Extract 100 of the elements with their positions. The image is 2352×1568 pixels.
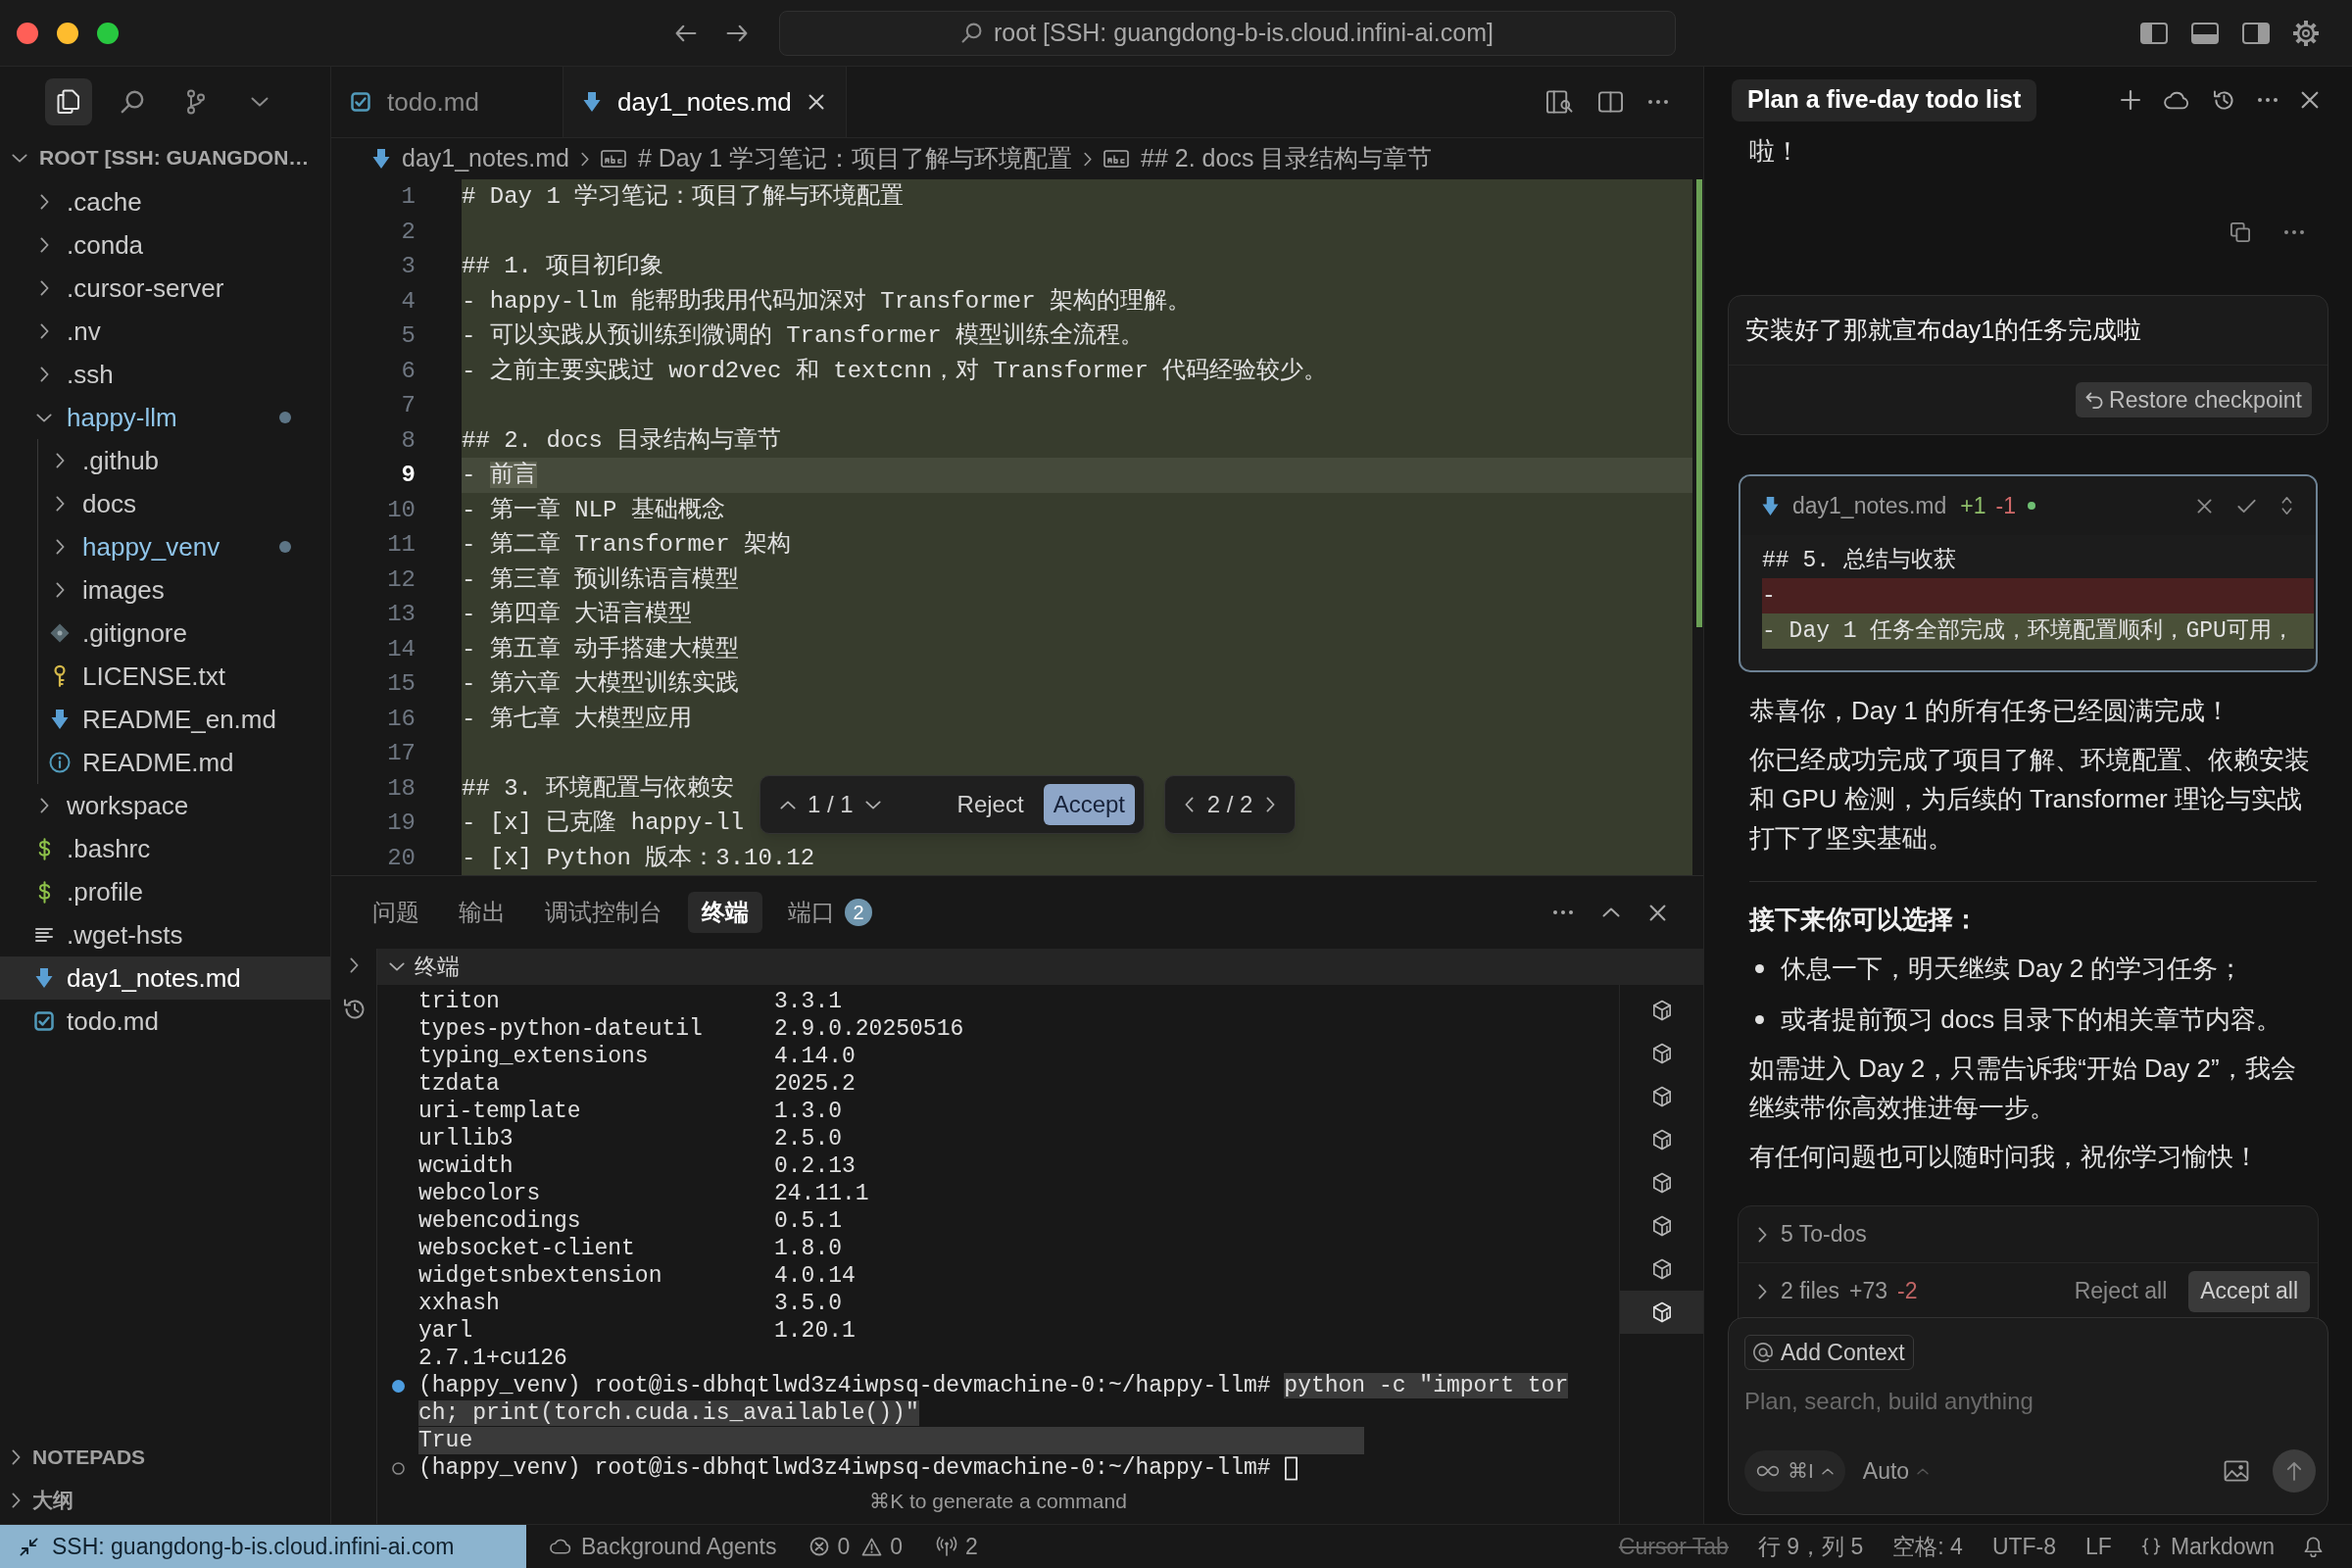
settings-icon[interactable] xyxy=(2293,20,2319,46)
terminal-group-title[interactable]: 终端 xyxy=(415,950,460,984)
right-sidebar-toggle-icon[interactable] xyxy=(2242,22,2270,44)
close-icon[interactable] xyxy=(1649,904,1666,921)
restore-checkpoint-button[interactable]: Restore checkpoint xyxy=(2076,382,2312,417)
explorer-root-header[interactable]: ROOT [SSH: GUANGDON… xyxy=(0,137,330,178)
copy-icon[interactable] xyxy=(2230,222,2250,242)
file-tree-item[interactable]: README.md xyxy=(0,741,330,784)
panel-tab[interactable]: 端口 2 xyxy=(774,892,886,933)
chevron-up-down-icon[interactable] xyxy=(2281,496,2292,515)
chat-tab[interactable]: Plan a five-day todo list xyxy=(1732,78,2037,122)
plus-icon[interactable] xyxy=(2121,90,2140,110)
add-context-button[interactable]: Add Context xyxy=(1744,1335,1914,1370)
chat-input-field[interactable]: Plan, search, build anything xyxy=(1744,1384,2316,1419)
status-item[interactable]: UTF-8 xyxy=(1991,1529,2057,1564)
bottom-panel-toggle-icon[interactable] xyxy=(2191,22,2219,44)
editor-tab[interactable]: day1_notes.md xyxy=(564,67,847,137)
file-tree-item[interactable]: todo.md xyxy=(0,1000,330,1043)
breadcrumb-item[interactable]: # Day 1 学习笔记：项目了解与环境配置 xyxy=(637,140,1073,177)
folder-tree-item[interactable]: .ssh xyxy=(0,353,330,396)
close-button[interactable] xyxy=(17,22,38,44)
command-center-field[interactable]: root [SSH: guangdong-b-is.cloud.infini-ai.com] xyxy=(779,10,1676,56)
model-selector[interactable]: Auto xyxy=(1862,1453,1930,1489)
terminal-tab[interactable] xyxy=(1620,1291,1703,1334)
file-tree-item[interactable]: .profile xyxy=(0,870,330,913)
file-tree-item[interactable]: day1_notes.md xyxy=(0,956,330,1000)
preview-icon[interactable] xyxy=(1546,90,1573,114)
background-agents-button[interactable]: Background Agents xyxy=(550,1529,777,1564)
folder-tree-item[interactable]: happy-llm xyxy=(0,396,330,439)
panel-tab[interactable]: 问题 xyxy=(359,892,433,933)
forward-arrow-icon[interactable] xyxy=(726,24,748,42)
more-icon[interactable] xyxy=(1553,910,1573,914)
folder-tree-item[interactable]: .nv xyxy=(0,310,330,353)
folder-tree-item[interactable]: images xyxy=(0,568,330,612)
minimize-button[interactable] xyxy=(57,22,78,44)
message-text: 啦！ xyxy=(1748,135,1801,168)
maximize-button[interactable] xyxy=(97,22,119,44)
folder-tree-item[interactable]: happy_venv xyxy=(0,525,330,568)
split-editor-icon[interactable] xyxy=(1598,91,1623,113)
file-tree-item[interactable]: README_en.md xyxy=(0,698,330,741)
check-icon[interactable] xyxy=(2237,498,2256,514)
package-name: webencodings xyxy=(418,1207,582,1235)
chevron-left-icon[interactable] xyxy=(1184,797,1194,812)
folder-tree-item[interactable]: .github xyxy=(0,439,330,482)
remote-connection-button[interactable]: SSH: guangdong-b-is.cloud.infini-ai.com xyxy=(0,1525,526,1568)
accept-button[interactable]: Accept xyxy=(1043,784,1135,825)
mode-selector[interactable]: ⌘I xyxy=(1744,1450,1845,1492)
markdown-file-icon xyxy=(1762,495,1779,516)
notifications-icon[interactable] xyxy=(2304,1536,2323,1557)
file-tree-item[interactable]: .wget-hsts xyxy=(0,913,330,956)
file-tree-item[interactable]: LICENSE.txt xyxy=(0,655,330,698)
line-number: 5 xyxy=(400,321,416,351)
problems-button[interactable]: 0 0 xyxy=(809,1529,904,1564)
close-icon[interactable] xyxy=(2301,91,2319,109)
file-name[interactable]: day1_notes.md xyxy=(1792,488,1947,523)
more-icon[interactable] xyxy=(2258,98,2278,102)
accept-all-button[interactable]: Accept all xyxy=(2188,1270,2310,1312)
status-item[interactable]: 空格: 4 xyxy=(1892,1529,1963,1564)
todos-toggle[interactable]: 5 To-dos xyxy=(1739,1206,2318,1262)
left-sidebar-toggle-icon[interactable] xyxy=(2140,22,2168,44)
file-tree-item[interactable]: .bashrc xyxy=(0,827,330,870)
file-tree-item[interactable]: .gitignore xyxy=(0,612,330,655)
close-icon[interactable] xyxy=(808,94,824,110)
changed-files-toggle[interactable]: 2 files xyxy=(1758,1274,1840,1308)
markdown-file-icon xyxy=(51,709,69,730)
back-arrow-icon[interactable] xyxy=(675,24,697,42)
reject-all-button[interactable]: Reject all xyxy=(2066,1274,2176,1308)
folder-tree-item[interactable]: .conda xyxy=(0,223,330,267)
image-icon[interactable] xyxy=(2224,1460,2249,1482)
folder-tree-item[interactable]: docs xyxy=(0,482,330,525)
close-icon[interactable] xyxy=(2197,498,2212,514)
chevron-right-icon[interactable] xyxy=(349,957,359,973)
section-header[interactable]: NOTEPADS xyxy=(0,1436,330,1479)
section-header[interactable]: 大纲 xyxy=(0,1479,330,1522)
language-mode-button[interactable]: Markdown xyxy=(2140,1529,2275,1564)
send-button[interactable] xyxy=(2273,1449,2316,1493)
chevron-up-icon xyxy=(1821,1467,1834,1475)
chevron-up-icon[interactable] xyxy=(1602,907,1620,917)
panel-tab[interactable]: 终端 xyxy=(688,892,762,933)
panel-tab[interactable]: 调试控制台 xyxy=(531,892,676,933)
folder-tree-item[interactable]: .cache xyxy=(0,180,330,223)
more-icon[interactable] xyxy=(1648,100,1668,104)
chevron-down-icon[interactable] xyxy=(864,800,881,809)
chevron-up-icon[interactable] xyxy=(780,800,796,809)
cloud-icon[interactable] xyxy=(2164,90,2189,110)
breadcrumb-item[interactable]: ## 2. docs 目录结构与章节 xyxy=(1141,140,1433,177)
history-icon[interactable] xyxy=(342,999,366,1020)
chevron-right-icon[interactable] xyxy=(1266,797,1276,812)
folder-tree-item[interactable]: workspace xyxy=(0,784,330,827)
package-version: 2025.2 xyxy=(774,1070,856,1098)
folder-tree-item[interactable]: .cursor-server xyxy=(0,267,330,310)
ports-button[interactable]: 2 xyxy=(936,1529,978,1564)
breadcrumb-item[interactable]: day1_notes.md xyxy=(402,140,569,177)
history-icon[interactable] xyxy=(2213,89,2234,111)
status-item[interactable]: LF xyxy=(2085,1529,2112,1564)
antenna-icon xyxy=(936,1537,958,1556)
panel-tab[interactable]: 输出 xyxy=(445,892,519,933)
more-icon[interactable] xyxy=(2284,230,2304,234)
status-item[interactable]: 行 9，列 5 xyxy=(1757,1529,1864,1564)
explorer-tab[interactable] xyxy=(45,78,92,125)
